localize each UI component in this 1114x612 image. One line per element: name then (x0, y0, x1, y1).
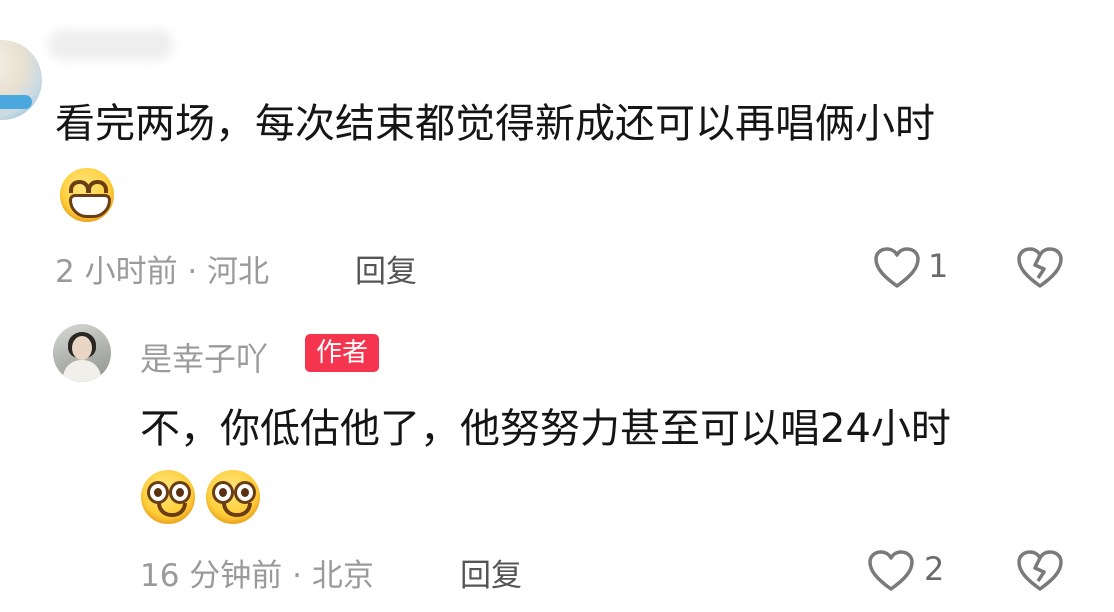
avatar[interactable] (0, 40, 42, 120)
like-count: 2 (924, 550, 945, 588)
flushed-smile-icon (206, 470, 260, 524)
like-heart-icon[interactable] (873, 246, 921, 290)
comment-time-location: 16 分钟前 · 北京 (140, 558, 374, 594)
comment-text: 看完两场，每次结束都觉得新成还可以再唱俩小时 (55, 101, 935, 147)
reply-button[interactable]: 回复 (355, 246, 417, 291)
comment-text: 不，你低估他了，他努努力甚至可以唱24小时 (140, 406, 951, 452)
avatar[interactable] (53, 324, 111, 382)
author-badge: 作者 (305, 334, 380, 372)
like-heart-icon[interactable] (867, 549, 915, 593)
grinning-face-icon (60, 168, 114, 222)
dislike-broken-heart-icon[interactable] (1016, 246, 1064, 290)
like-count: 1 (928, 247, 949, 285)
reply-button[interactable]: 回复 (460, 550, 522, 595)
username-blurred (48, 30, 173, 60)
comment-time-location: 2 小时前 · 河北 (55, 254, 270, 290)
dislike-broken-heart-icon[interactable] (1016, 549, 1064, 593)
flushed-smile-icon (141, 470, 195, 524)
username[interactable]: 是幸子吖 (140, 334, 268, 380)
